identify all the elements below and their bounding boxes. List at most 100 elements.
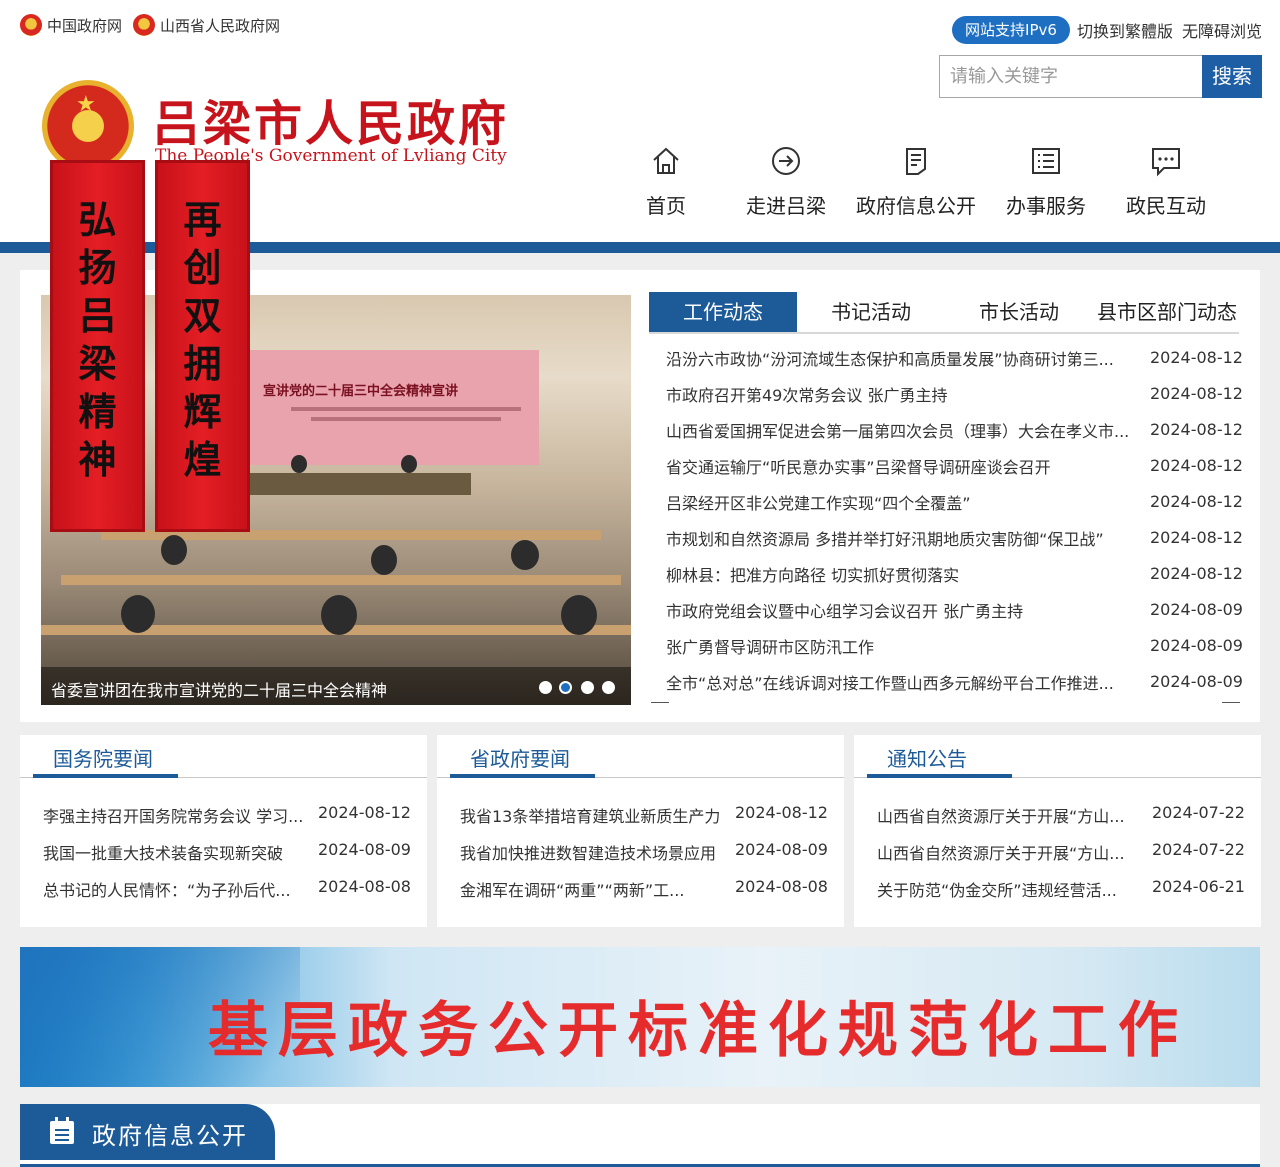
slider-dot-2[interactable] bbox=[559, 681, 572, 694]
tab-county-dept[interactable]: 县市区部门动态 bbox=[1093, 292, 1241, 332]
calendar-list-icon bbox=[50, 1117, 74, 1144]
ipv6-badge[interactable]: 网站支持IPv6 bbox=[952, 16, 1070, 44]
news-item[interactable]: 张广勇督导调研市区防汛工作 2024-08-09 bbox=[651, 634, 1243, 670]
news-title: 全市“总对总”在线诉调对接工作暨山西多元解纷平台工作推进... bbox=[666, 674, 1114, 693]
nav-interaction[interactable]: 政民互动 bbox=[1101, 145, 1231, 219]
news-title: 张广勇督导调研市区防汛工作 bbox=[666, 638, 875, 657]
column-item-title: 李强主持召开国务院常务会议 学习... bbox=[43, 807, 304, 826]
home-icon bbox=[653, 147, 679, 174]
list-icon bbox=[1032, 148, 1060, 174]
column-item-title: 我国一批重大技术装备实现新突破 bbox=[43, 844, 284, 863]
standardization-banner[interactable]: 基层政务公开标准化规范化工作 bbox=[20, 947, 1260, 1087]
document-icon bbox=[906, 148, 926, 175]
nav-about-lvliang[interactable]: 走进吕梁 bbox=[721, 145, 851, 219]
china-gov-link-label: 中国政府网 bbox=[47, 16, 123, 35]
bullet bbox=[651, 388, 655, 392]
tab-mayor[interactable]: 市长活动 bbox=[945, 292, 1093, 332]
attendee bbox=[561, 595, 597, 635]
news-item[interactable]: 柳林县：把准方向路径 切实抓好贯彻落实 2024-08-12 bbox=[651, 562, 1243, 598]
news-item[interactable]: 全市“总对总”在线诉调对接工作暨山西多元解纷平台工作推进... 2024-08-0… bbox=[651, 670, 1243, 706]
news-date: 2024-08-12 bbox=[1150, 528, 1243, 547]
news-date: 2024-08-12 bbox=[1150, 420, 1243, 439]
china-gov-link[interactable]: 中国政府网 bbox=[20, 14, 122, 36]
news-title: 市规划和自然资源局 多措并举打好汛期地质灾害防御“保卫战” bbox=[666, 530, 1104, 549]
stage-line bbox=[291, 407, 521, 411]
column-item-date: 2024-08-08 bbox=[318, 877, 411, 896]
news-title: 市政府党组会议暨中心组学习会议召开 张广勇主持 bbox=[666, 602, 1024, 621]
column-item-title: 山西省自然资源厅关于开展“方山... bbox=[877, 807, 1125, 826]
news-date: 2024-08-12 bbox=[1150, 384, 1243, 403]
column-item[interactable]: 山西省自然资源厅关于开展“方山... 2024-07-22 bbox=[877, 803, 1247, 833]
attendee bbox=[401, 455, 417, 473]
desk-row bbox=[61, 575, 621, 585]
section-title: 政府信息公开 bbox=[92, 1122, 248, 1150]
column-title[interactable]: 国务院要闻 bbox=[53, 743, 153, 772]
accessibility-link[interactable]: 无障碍浏览 bbox=[1182, 18, 1262, 42]
column-item-date: 2024-08-08 bbox=[735, 877, 828, 896]
news-date: 2024-08-09 bbox=[1150, 600, 1243, 619]
column-item[interactable]: 山西省自然资源厅关于开展“方山... 2024-07-22 bbox=[877, 840, 1247, 870]
nav-label: 首页 bbox=[646, 194, 686, 218]
couplet-right-text: 再创双拥辉煌 bbox=[155, 196, 250, 526]
news-date: 2024-08-12 bbox=[1150, 492, 1243, 511]
column-item[interactable]: 关于防范“伪金交所”违规经营活... 2024-06-21 bbox=[877, 877, 1247, 907]
column-item[interactable]: 李强主持召开国务院常务会议 学习... 2024-08-12 bbox=[43, 803, 413, 833]
news-item[interactable]: 市政府党组会议暨中心组学习会议召开 张广勇主持 2024-08-09 bbox=[651, 598, 1243, 634]
list-divider bbox=[651, 702, 669, 703]
nav-services[interactable]: 办事服务 bbox=[981, 145, 1111, 219]
search-button[interactable]: 搜索 bbox=[1202, 55, 1262, 98]
news-date: 2024-08-09 bbox=[1150, 636, 1243, 655]
bullet bbox=[651, 676, 655, 680]
attendee bbox=[371, 545, 397, 575]
bullet bbox=[651, 532, 655, 536]
couplet-right-label: 再创双拥辉煌 bbox=[183, 197, 222, 482]
column-title[interactable]: 通知公告 bbox=[887, 743, 967, 772]
news-date: 2024-08-12 bbox=[1150, 564, 1243, 583]
bullet bbox=[651, 640, 655, 644]
column-item-title: 山西省自然资源厅关于开展“方山... bbox=[877, 844, 1125, 863]
news-title: 吕梁经开区非公党建工作实现“四个全覆盖” bbox=[666, 494, 971, 513]
news-date: 2024-08-09 bbox=[1150, 672, 1243, 691]
slider-dot-4[interactable] bbox=[602, 681, 615, 694]
column-item-date: 2024-07-22 bbox=[1152, 803, 1245, 822]
tab-secretary[interactable]: 书记活动 bbox=[797, 292, 945, 332]
column-item-title: 金湘军在调研“两重”“两新”工... bbox=[460, 881, 685, 900]
news-item[interactable]: 沿汾六市政协“汾河流域生态保护和高质量发展”协商研讨第三... 2024-08-1… bbox=[651, 346, 1243, 382]
column-item-date: 2024-08-09 bbox=[318, 840, 411, 859]
national-emblem-icon bbox=[133, 14, 155, 36]
podium-table bbox=[241, 473, 471, 495]
shanxi-gov-link[interactable]: 山西省人民政府网 bbox=[133, 14, 280, 36]
shanxi-gov-link-label: 山西省人民政府网 bbox=[160, 16, 281, 35]
search-input[interactable]: 请输入关键字 bbox=[939, 55, 1202, 98]
top-bar: 中国政府网 山西省人民政府网 网站支持IPv6 切换到繁體版 无障碍浏览 bbox=[0, 0, 1280, 56]
news-item[interactable]: 市规划和自然资源局 多措并举打好汛期地质灾害防御“保卫战” 2024-08-12 bbox=[651, 526, 1243, 562]
column-item[interactable]: 我省13条举措培育建筑业新质生产力 2024-08-12 bbox=[460, 803, 830, 833]
traditional-chinese-link[interactable]: 切换到繁體版 bbox=[1077, 18, 1173, 42]
column-item[interactable]: 金湘军在调研“两重”“两新”工... 2024-08-08 bbox=[460, 877, 830, 907]
column-item[interactable]: 总书记的人民情怀：“为子孙后代... 2024-08-08 bbox=[43, 877, 413, 907]
attendee bbox=[291, 455, 307, 473]
attendee bbox=[511, 540, 539, 570]
list-divider bbox=[1222, 702, 1240, 703]
nav-home[interactable]: 首页 bbox=[601, 145, 731, 219]
column-item[interactable]: 我国一批重大技术装备实现新突破 2024-08-09 bbox=[43, 840, 413, 870]
nav-label: 办事服务 bbox=[1006, 194, 1086, 218]
news-title: 沿汾六市政协“汾河流域生态保护和高质量发展”协商研讨第三... bbox=[666, 350, 1114, 369]
column-title[interactable]: 省政府要闻 bbox=[470, 743, 570, 772]
news-item[interactable]: 山西省爱国拥军促进会第一届第四次会员（理事）大会在孝义市... 2024-08-1… bbox=[651, 418, 1243, 454]
city-emblem-logo[interactable]: ★ bbox=[42, 80, 134, 172]
news-item[interactable]: 市政府召开第49次常务会议 张广勇主持 2024-08-12 bbox=[651, 382, 1243, 418]
tab-work-news[interactable]: 工作动态 bbox=[649, 292, 797, 332]
slider-caption[interactable]: 省委宣讲团在我市宣讲党的二十届三中全会精神 bbox=[51, 677, 387, 701]
news-item[interactable]: 吕梁经开区非公党建工作实现“四个全覆盖” 2024-08-12 bbox=[651, 490, 1243, 526]
site-title[interactable]: 吕梁市人民政府 bbox=[152, 84, 509, 154]
slider-dot-3[interactable] bbox=[581, 681, 594, 694]
nav-info-disclosure[interactable]: 政府信息公开 bbox=[851, 145, 981, 219]
column-item[interactable]: 我省加快推进数智建造技术场景应用 2024-08-09 bbox=[460, 840, 830, 870]
news-item[interactable]: 省交通运输厅“听民意办实事”吕梁督导调研座谈会召开 2024-08-12 bbox=[651, 454, 1243, 490]
column-item-title: 关于防范“伪金交所”违规经营活... bbox=[877, 881, 1117, 900]
slider-dot-1[interactable] bbox=[539, 681, 552, 694]
column-item-date: 2024-08-12 bbox=[735, 803, 828, 822]
stage-screen-text: 宣讲党的二十届三中全会精神宣讲 bbox=[263, 384, 459, 399]
nav-label: 政府信息公开 bbox=[856, 194, 976, 218]
